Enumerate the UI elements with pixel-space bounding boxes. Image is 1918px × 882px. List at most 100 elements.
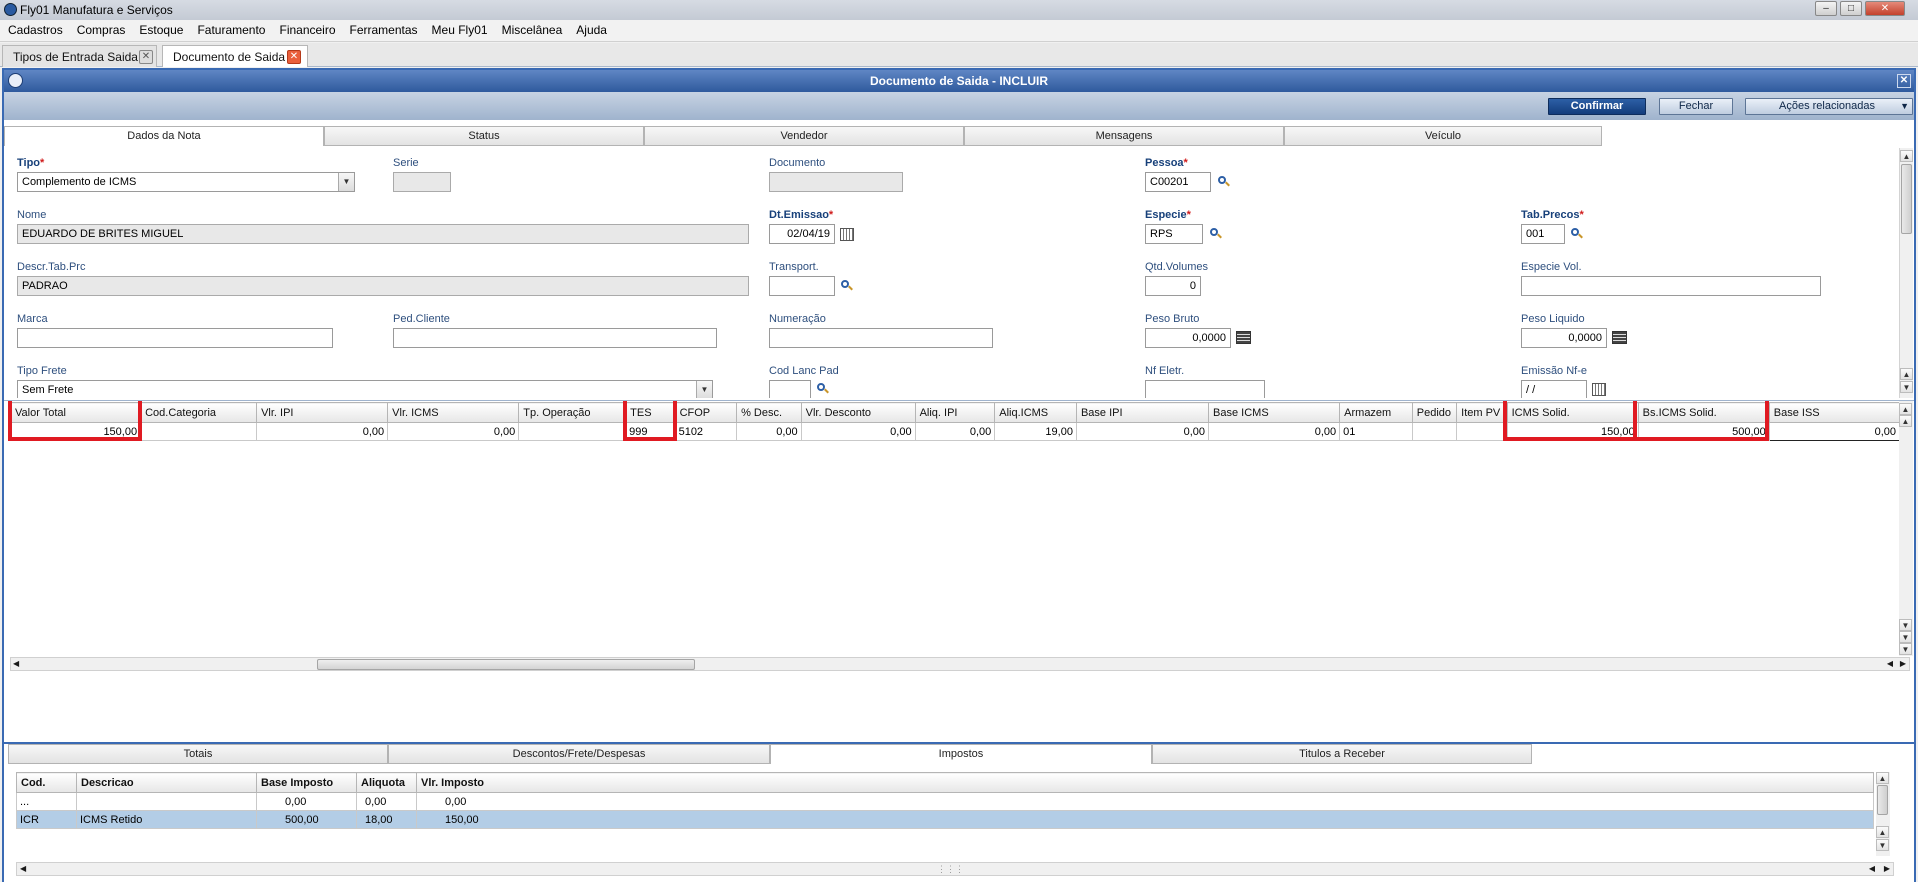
nome-field[interactable]: EDUARDO DE BRITES MIGUEL <box>17 224 749 244</box>
scroll-up-icon[interactable]: ▲ <box>1899 415 1912 427</box>
table-row[interactable]: 150,00 0,00 0,00 999 5102 0,00 0,00 0,00… <box>9 422 1901 441</box>
related-actions-button[interactable]: Ações relacionadas ▼ <box>1745 98 1913 115</box>
scroll-down-icon[interactable]: ▼ <box>1876 839 1889 851</box>
cell-cod[interactable]: ... <box>16 792 77 811</box>
col-base-imposto[interactable]: Base Imposto <box>256 772 357 793</box>
close-window-icon[interactable]: ✕ <box>1897 74 1911 88</box>
cell-cod[interactable]: ICR <box>16 810 77 829</box>
scroll-up-icon[interactable]: ▲ <box>1900 150 1913 162</box>
col-desc-pct[interactable]: % Desc. <box>736 402 802 423</box>
close-button[interactable]: Fechar <box>1659 98 1733 115</box>
menu-ferramentas[interactable]: Ferramentas <box>342 20 424 42</box>
col-vlr-desconto[interactable]: Vlr. Desconto <box>800 402 916 423</box>
cell-aliquota[interactable]: 18,00 <box>356 810 417 829</box>
tab-totais[interactable]: Totais <box>8 744 388 764</box>
cell-vlr-desconto[interactable]: 0,00 <box>800 422 916 441</box>
col-cfop[interactable]: CFOP <box>674 402 738 423</box>
calculator-icon[interactable] <box>1236 331 1251 344</box>
cod-lanc-pad-field[interactable] <box>769 380 811 398</box>
menu-compras[interactable]: Compras <box>69 20 132 42</box>
col-icms-solid[interactable]: ICMS Solid. <box>1506 402 1639 423</box>
items-hscrollbar[interactable]: ◀ ◀ ▶ <box>10 657 1910 671</box>
cell-desc-pct[interactable]: 0,00 <box>736 422 802 441</box>
form-scrollbar[interactable]: ▲ ▲ ▼ <box>1899 148 1913 398</box>
qtd-volumes-field[interactable]: 0 <box>1145 276 1201 296</box>
menu-meu-fly01[interactable]: Meu Fly01 <box>424 20 494 42</box>
scroll-grip-icon[interactable]: ⋮⋮⋮ <box>937 863 964 875</box>
tab-tipos-entrada-saida[interactable]: Tipos de Entrada Saida ✕ <box>2 45 157 67</box>
col-vlr-icms[interactable]: Vlr. ICMS <box>387 402 520 423</box>
search-icon[interactable] <box>816 382 830 396</box>
cell-vlr-ipi[interactable]: 0,00 <box>256 422 389 441</box>
scroll-left-icon[interactable]: ◀ <box>20 863 26 875</box>
tab-status[interactable]: Status <box>324 126 644 146</box>
scroll-right-icon[interactable]: ▶ <box>1884 863 1890 875</box>
cell-bs-icms-solid[interactable]: 500,00 <box>1637 422 1770 441</box>
col-aliq-icms[interactable]: Aliq.ICMS <box>994 402 1077 423</box>
calendar-icon[interactable] <box>840 228 854 241</box>
col-vlr-imposto[interactable]: Vlr. Imposto <box>416 772 1874 793</box>
cell-tes[interactable]: 999 <box>625 422 676 441</box>
scroll-down-icon[interactable]: ▼ <box>1900 381 1913 393</box>
confirm-button[interactable]: Confirmar <box>1548 98 1646 115</box>
scroll-down-icon[interactable]: ▼ <box>1899 631 1912 643</box>
scroll-up-icon[interactable]: ▲ <box>1876 826 1889 838</box>
menu-faturamento[interactable]: Faturamento <box>189 20 271 42</box>
tab-precos-field[interactable]: 001 <box>1521 224 1565 244</box>
tab-dados-da-nota[interactable]: Dados da Nota <box>4 126 324 146</box>
cell-armazem[interactable]: 01 <box>1339 422 1413 441</box>
cell-cfop[interactable]: 5102 <box>674 422 738 441</box>
menu-estoque[interactable]: Estoque <box>131 20 189 42</box>
cell-tp-operacao[interactable] <box>518 422 627 441</box>
cell-base-iss[interactable]: 0,00 <box>1768 422 1901 441</box>
items-scrollbar[interactable]: ▲ ▲ ▼ ▼ ▼ <box>1899 401 1913 656</box>
menu-ajuda[interactable]: Ajuda <box>568 20 613 42</box>
cell-aliq-ipi[interactable]: 0,00 <box>914 422 996 441</box>
scroll-left-icon[interactable]: ◀ <box>13 658 19 670</box>
serie-field[interactable] <box>393 172 451 192</box>
marca-field[interactable] <box>17 328 333 348</box>
scroll-up-icon[interactable]: ▲ <box>1900 368 1913 380</box>
col-base-iss[interactable]: Base ISS <box>1768 402 1901 423</box>
scroll-left-icon[interactable]: ◀ <box>1869 863 1875 875</box>
col-pedido[interactable]: Pedido <box>1411 402 1458 423</box>
descr-tab-prc-field[interactable]: PADRAO <box>17 276 749 296</box>
tipo-frete-select[interactable]: Sem Frete ▼ <box>17 380 713 398</box>
col-descricao[interactable]: Descricao <box>76 772 257 793</box>
scroll-up-icon[interactable]: ▲ <box>1876 772 1889 784</box>
taxes-hscrollbar[interactable]: ◀ ⋮⋮⋮ ◀ ▶ <box>16 862 1894 876</box>
ped-cliente-field[interactable] <box>393 328 717 348</box>
col-bs-icms-solid[interactable]: Bs.ICMS Solid. <box>1637 402 1770 423</box>
cell-base-icms[interactable]: 0,00 <box>1208 422 1341 441</box>
cell-pedido[interactable] <box>1411 422 1458 441</box>
emissao-nfe-field[interactable]: / / <box>1521 380 1587 398</box>
cell-cod-categoria[interactable] <box>140 422 258 441</box>
menu-cadastros[interactable]: Cadastros <box>0 20 69 42</box>
tab-mensagens[interactable]: Mensagens <box>964 126 1284 146</box>
peso-liquido-field[interactable]: 0,0000 <box>1521 328 1607 348</box>
tab-titulos-receber[interactable]: Titulos a Receber <box>1152 744 1532 764</box>
especie-vol-field[interactable] <box>1521 276 1821 296</box>
cell-base-ipi[interactable]: 0,00 <box>1075 422 1210 441</box>
col-tes[interactable]: TES <box>625 402 676 423</box>
nf-eletr-field[interactable] <box>1145 380 1265 398</box>
col-base-ipi[interactable]: Base IPI <box>1075 402 1210 423</box>
col-vlr-ipi[interactable]: Vlr. IPI <box>256 402 389 423</box>
scroll-down-icon[interactable]: ▼ <box>1899 619 1912 631</box>
tipo-select[interactable]: Complemento de ICMS ▼ <box>17 172 355 192</box>
search-icon[interactable] <box>840 279 854 293</box>
close-tab-icon[interactable]: ✕ <box>287 50 301 64</box>
peso-bruto-field[interactable]: 0,0000 <box>1145 328 1231 348</box>
search-icon[interactable] <box>1570 227 1584 241</box>
cell-vlr-imposto[interactable]: 0,00 <box>416 792 1874 811</box>
scroll-left-icon[interactable]: ◀ <box>1887 658 1893 670</box>
col-item-pv[interactable]: Item PV <box>1456 402 1508 423</box>
scroll-up-icon[interactable]: ▲ <box>1899 403 1912 415</box>
cell-descricao[interactable] <box>76 792 257 811</box>
tab-impostos[interactable]: Impostos <box>770 744 1152 764</box>
scroll-thumb[interactable] <box>1877 785 1888 815</box>
cell-aliquota[interactable]: 0,00 <box>356 792 417 811</box>
cell-base-imposto[interactable]: 0,00 <box>256 792 357 811</box>
transport-field[interactable] <box>769 276 835 296</box>
col-cod-categoria[interactable]: Cod.Categoria <box>140 402 258 423</box>
